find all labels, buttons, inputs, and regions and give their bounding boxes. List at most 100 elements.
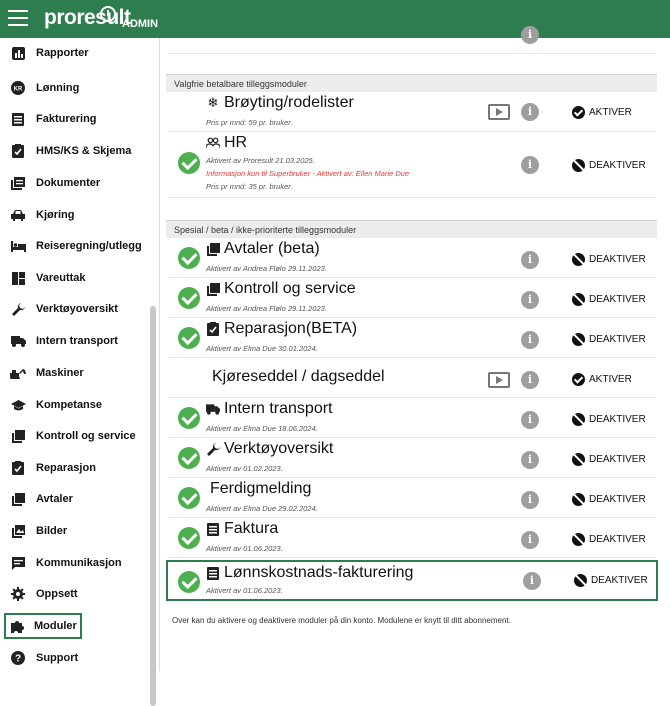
check-circle-icon bbox=[178, 287, 200, 309]
main-content: i Valgfrie betalbare tilleggsmoduler ❄ B… bbox=[164, 26, 670, 671]
library-icon bbox=[10, 491, 26, 507]
grid-icon bbox=[10, 270, 26, 286]
sidebar-item-lonning[interactable]: KR Lønning bbox=[4, 75, 144, 101]
sidebar-item-label: Oppsett bbox=[36, 588, 78, 600]
logo-clock-icon bbox=[100, 6, 116, 22]
module-activated-by: Aktivert av 01.06.2023. bbox=[206, 544, 283, 553]
deactivate-button[interactable]: DEAKTIVER bbox=[572, 493, 646, 506]
sidebar-item-kompetanse[interactable]: Kompetanse bbox=[4, 392, 144, 418]
deactivate-icon bbox=[572, 413, 585, 426]
module-activated-by: Aktivert av 01.06.2023. bbox=[206, 586, 283, 595]
module-row-broyting: ❄ Brøyting/rodelister Pris pr mnd: 59 pr… bbox=[168, 92, 656, 132]
sidebar-item-kommunikasjon[interactable]: Kommunikasjon bbox=[4, 550, 144, 576]
module-row-reparasjon: Reparasjon(BETA) Aktivert av Elma Due 30… bbox=[168, 318, 656, 358]
sidebar-item-hms[interactable]: HMS/KS & Skjema bbox=[4, 138, 144, 164]
sidebar-item-support[interactable]: ? Support bbox=[4, 645, 144, 671]
sidebar-item-label: Bilder bbox=[36, 525, 68, 537]
sidebar-item-moduler[interactable]: Moduler bbox=[4, 613, 82, 639]
info-icon[interactable]: i bbox=[521, 251, 539, 269]
info-icon[interactable]: i bbox=[521, 103, 539, 121]
sidebar-item-label: Kjøring bbox=[36, 209, 75, 221]
library-icon bbox=[206, 242, 220, 256]
video-icon[interactable] bbox=[488, 372, 510, 388]
sidebar-item-kontroll-service[interactable]: Kontroll og service bbox=[4, 423, 144, 449]
sidebar-item-label: Moduler bbox=[34, 620, 77, 632]
info-icon[interactable]: i bbox=[521, 451, 539, 469]
people-icon bbox=[206, 136, 220, 150]
module-activated-by: Aktivert av Elma Due 30.01.2024. bbox=[206, 344, 318, 353]
sidebar-item-fakturering[interactable]: Fakturering bbox=[4, 106, 144, 132]
check-circle-icon bbox=[178, 152, 200, 174]
info-icon[interactable]: i bbox=[521, 26, 539, 44]
info-icon[interactable]: i bbox=[521, 156, 539, 174]
deactivate-icon bbox=[572, 253, 585, 266]
check-circle-icon bbox=[178, 571, 200, 593]
deactivate-icon bbox=[574, 574, 587, 587]
sidebar-item-oppsett[interactable]: Oppsett bbox=[4, 581, 144, 607]
car-icon bbox=[10, 207, 26, 223]
info-icon[interactable]: i bbox=[521, 491, 539, 509]
module-row-hr: HR Aktivert av Proresult 21.03.2025. Inf… bbox=[168, 132, 656, 198]
deactivate-button[interactable]: DEAKTIVER bbox=[572, 533, 646, 546]
library-icon bbox=[206, 282, 220, 296]
sidebar-item-verktoyoversikt[interactable]: Verktøyoversikt bbox=[4, 296, 144, 322]
sidebar-item-maskiner[interactable]: Maskiner bbox=[4, 360, 144, 386]
section-header-beta: Spesial / beta / ikke-prioriterte tilleg… bbox=[166, 220, 657, 238]
deactivate-button[interactable]: DEAKTIVER bbox=[572, 333, 646, 346]
excavator-icon bbox=[10, 365, 26, 381]
sidebar-item-intern-transport[interactable]: Intern transport bbox=[4, 328, 144, 354]
clipboard-check-icon bbox=[10, 460, 26, 476]
module-row-avtaler: Avtaler (beta) Aktivert av Andrea Flølo … bbox=[168, 238, 656, 278]
activate-button[interactable]: AKTIVER bbox=[572, 106, 632, 119]
deactivate-button[interactable]: DEAKTIVER bbox=[572, 453, 646, 466]
document-icon bbox=[10, 111, 26, 127]
info-icon[interactable]: i bbox=[521, 331, 539, 349]
module-activated-by: Aktivert av Elma Due 29.02.2024. bbox=[206, 504, 318, 513]
svg-text:?: ? bbox=[15, 654, 21, 665]
video-icon[interactable] bbox=[488, 104, 510, 120]
sidebar-scrollbar[interactable] bbox=[150, 306, 156, 706]
info-icon[interactable]: i bbox=[521, 291, 539, 309]
info-icon[interactable]: i bbox=[521, 411, 539, 429]
clipboard-check-icon bbox=[10, 143, 26, 159]
module-title: Reparasjon(BETA) bbox=[206, 320, 357, 338]
sidebar-item-label: Reparasjon bbox=[36, 462, 96, 474]
hamburger-menu-icon[interactable] bbox=[8, 10, 28, 26]
sidebar-item-label: Vareuttak bbox=[36, 272, 86, 284]
module-row-lonnskostnad: Lønnskostnads-fakturering Aktivert av 01… bbox=[166, 560, 658, 601]
check-circle-icon bbox=[178, 487, 200, 509]
svg-text:KR: KR bbox=[14, 87, 23, 93]
sidebar-item-label: Dokumenter bbox=[36, 177, 101, 189]
module-superuser-info: Informasjon kun til Superbruker - Aktive… bbox=[206, 169, 410, 178]
sidebar-item-avtaler[interactable]: Avtaler bbox=[4, 486, 144, 512]
module-activated-by: Aktivert av Andrea Flølo 29.11.2023. bbox=[206, 304, 327, 313]
sidebar-item-reparasjon[interactable]: Reparasjon bbox=[4, 455, 144, 481]
sidebar: Rapporter KR Lønning Fakturering HMS/KS … bbox=[0, 38, 160, 706]
kr-icon: KR bbox=[10, 80, 26, 96]
info-icon[interactable]: i bbox=[521, 371, 539, 389]
module-title: Intern transport bbox=[206, 400, 333, 418]
deactivate-button[interactable]: DEAKTIVER bbox=[572, 413, 646, 426]
module-row-kontroll: Kontroll og service Aktivert av Andrea F… bbox=[168, 278, 656, 318]
sidebar-item-kjoring[interactable]: Kjøring bbox=[4, 202, 144, 228]
check-circle-icon bbox=[178, 247, 200, 269]
info-icon[interactable]: i bbox=[523, 572, 541, 590]
deactivate-button[interactable]: DEAKTIVER bbox=[572, 293, 646, 306]
bed-icon bbox=[10, 238, 26, 254]
sidebar-item-dokumenter[interactable]: Dokumenter bbox=[4, 170, 144, 196]
info-icon[interactable]: i bbox=[521, 531, 539, 549]
sidebar-item-vareuttak[interactable]: Vareuttak bbox=[4, 265, 144, 291]
activate-button[interactable]: AKTIVER bbox=[572, 373, 632, 386]
sidebar-item-rapporter[interactable]: Rapporter bbox=[4, 40, 144, 66]
module-title: Lønnskostnads-fakturering bbox=[206, 564, 413, 582]
module-row-kjoreseddel: Kjøreseddel / dagseddel i AKTIVER bbox=[168, 358, 656, 398]
graduation-cap-icon bbox=[10, 397, 26, 413]
sidebar-item-bilder[interactable]: Bilder bbox=[4, 518, 144, 544]
sidebar-item-reiseregning[interactable]: Reiseregning/utlegg bbox=[4, 233, 144, 259]
deactivate-button[interactable]: DEAKTIVER bbox=[574, 574, 648, 587]
deactivate-button[interactable]: DEAKTIVER bbox=[572, 253, 646, 266]
sidebar-item-label: Lønning bbox=[36, 82, 80, 94]
module-activated-by: Aktivert av 01.02.2023. bbox=[206, 464, 283, 473]
deactivate-icon bbox=[572, 159, 585, 172]
deactivate-button[interactable]: DEAKTIVER bbox=[572, 159, 646, 172]
